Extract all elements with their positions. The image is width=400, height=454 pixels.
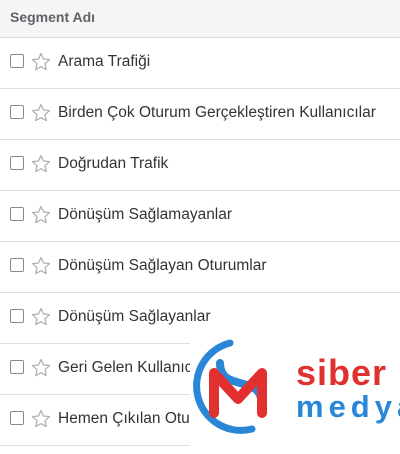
checkbox-icon[interactable]: [10, 207, 24, 221]
star-icon[interactable]: [30, 255, 52, 277]
segment-row[interactable]: Dönüşüm Sağlamayanlar: [0, 191, 400, 242]
segment-list-page: Segment Adı Arama Trafiği Birden Çok Otur…: [0, 0, 400, 454]
star-icon[interactable]: [30, 306, 52, 328]
column-header-segment-name: Segment Adı: [10, 9, 96, 25]
checkbox-icon[interactable]: [10, 54, 24, 68]
star-icon[interactable]: [30, 153, 52, 175]
segment-row[interactable]: Birden Çok Oturum Gerçekleştiren Kullanı…: [0, 89, 400, 140]
watermark-siber: siber: [296, 352, 388, 393]
table-header: Segment Adı: [0, 0, 400, 38]
checkbox-icon[interactable]: [10, 360, 24, 374]
star-icon[interactable]: [30, 51, 52, 73]
segment-name[interactable]: Dönüşüm Sağlayan Oturumlar: [58, 257, 267, 275]
checkbox-icon[interactable]: [10, 258, 24, 272]
segment-row[interactable]: Dönüşüm Sağlayan Oturumlar: [0, 242, 400, 293]
segment-name[interactable]: Birden Çok Oturum Gerçekleştiren Kullanı…: [58, 104, 376, 122]
segment-name[interactable]: Dönüşüm Sağlamayanlar: [58, 206, 232, 224]
star-icon[interactable]: [30, 102, 52, 124]
siber-medya-logo-icon: [193, 339, 267, 434]
segment-row[interactable]: Arama Trafiği: [0, 38, 400, 89]
segment-name[interactable]: Arama Trafiği: [58, 53, 150, 71]
checkbox-icon[interactable]: [10, 105, 24, 119]
checkbox-icon[interactable]: [10, 309, 24, 323]
star-icon[interactable]: [30, 408, 52, 430]
segment-row[interactable]: Doğrudan Trafik: [0, 140, 400, 191]
star-icon[interactable]: [30, 357, 52, 379]
checkbox-icon[interactable]: [10, 156, 24, 170]
segment-name[interactable]: Doğrudan Trafik: [58, 155, 168, 173]
checkbox-icon[interactable]: [10, 411, 24, 425]
watermark: siber medya: [190, 333, 400, 454]
segment-name[interactable]: Dönüşüm Sağlayanlar: [58, 308, 211, 326]
watermark-medya: medya: [296, 389, 400, 424]
star-icon[interactable]: [30, 204, 52, 226]
